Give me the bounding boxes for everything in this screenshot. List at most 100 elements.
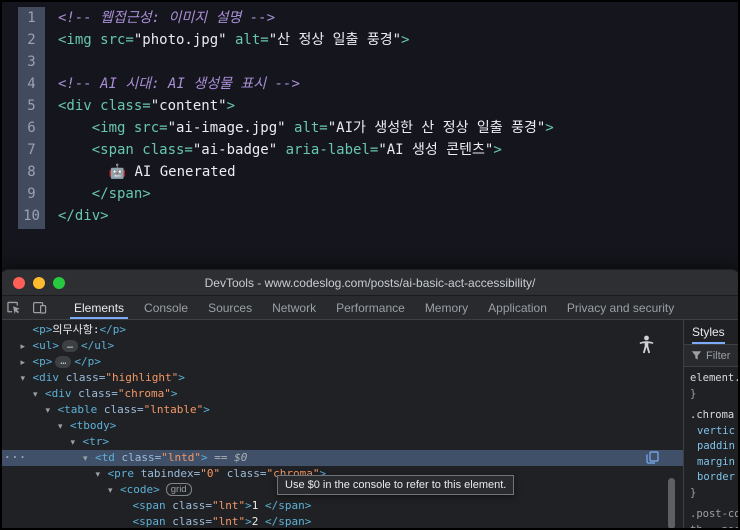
tab-elements[interactable]: Elements bbox=[64, 296, 134, 319]
editor-gutter: 1 2 3 4 5 6 7 8 9 10 bbox=[18, 7, 45, 229]
dom-node[interactable]: <span class="lnt">2 </span> bbox=[0, 514, 683, 529]
dom-token: class= bbox=[165, 499, 212, 512]
css-selector[interactable]: } bbox=[684, 486, 740, 502]
expand-arrow[interactable]: ▸ bbox=[21, 355, 33, 371]
dom-token: "0" bbox=[200, 467, 221, 480]
code-line: </div> bbox=[58, 208, 109, 224]
css-property[interactable]: paddin bbox=[684, 439, 740, 455]
tab-memory[interactable]: Memory bbox=[415, 296, 478, 319]
dom-token: </ul> bbox=[81, 339, 115, 352]
tab-sources[interactable]: Sources bbox=[198, 296, 262, 319]
zoom-window-button[interactable] bbox=[53, 276, 65, 289]
grid-badge[interactable]: grid bbox=[165, 483, 192, 496]
tab-performance[interactable]: Performance bbox=[326, 296, 415, 319]
css-selector[interactable]: .chroma bbox=[684, 408, 740, 424]
line-number: 10 bbox=[23, 208, 40, 224]
styles-filter-input[interactable]: Filter bbox=[684, 345, 740, 367]
dom-token: </span> bbox=[264, 499, 312, 512]
styles-rules: element.} .chroma vertic paddin margin border… bbox=[684, 367, 740, 530]
dom-node[interactable]: ▾ <div class="chroma"> bbox=[0, 386, 683, 402]
code-line: <!-- 웹접근성: 이미지 설명 --> bbox=[58, 10, 276, 26]
inspect-element-icon[interactable] bbox=[0, 296, 26, 319]
dom-token: 의무사항: bbox=[52, 323, 100, 336]
dom-node[interactable]: ▸ <ul>… </ul> bbox=[0, 338, 683, 354]
expand-arrow[interactable]: ▸ bbox=[21, 339, 33, 355]
dom-node[interactable]: <p>의무사항:</p> bbox=[0, 322, 683, 338]
styles-panel: Styles Filter element.} .chroma vertic padd… bbox=[683, 320, 740, 530]
css-property[interactable]: vertic bbox=[684, 424, 740, 440]
css-property[interactable]: margin bbox=[684, 455, 740, 471]
css-selector[interactable]: element. bbox=[684, 371, 740, 387]
dom-node-selected[interactable]: ··· ▾ <td class="lntd"> == $0 bbox=[0, 450, 683, 466]
collapsed-children-ellipsis[interactable]: … bbox=[62, 340, 79, 352]
dom-token: <div bbox=[32, 371, 60, 384]
vertical-scrollbar[interactable] bbox=[668, 478, 675, 529]
css-selector[interactable]: th, .pos bbox=[684, 523, 740, 530]
devtools-window: DevTools - www.codeslog.com/posts/ai-bas… bbox=[0, 270, 740, 530]
tab-privacy-and-security[interactable]: Privacy and security bbox=[557, 296, 684, 319]
dom-token: "lntable" bbox=[143, 403, 204, 416]
dom-token: <tr> bbox=[82, 435, 110, 448]
more-dots-icon[interactable]: ··· bbox=[4, 450, 27, 466]
collapsed-children-ellipsis[interactable]: … bbox=[55, 356, 72, 368]
line-number: 4 bbox=[27, 76, 36, 92]
dom-token: class= bbox=[59, 371, 106, 384]
dom-token: > bbox=[203, 403, 210, 416]
line-number: 3 bbox=[27, 54, 36, 70]
expand-arrow[interactable]: ▾ bbox=[46, 403, 58, 419]
line-number: 7 bbox=[27, 142, 36, 158]
dom-token: "chroma" bbox=[117, 387, 171, 400]
dom-node[interactable]: ▾ <table class="lntable"> bbox=[0, 402, 683, 418]
dom-token: 1 bbox=[251, 499, 265, 512]
line-number: 6 bbox=[27, 120, 36, 136]
device-toolbar-icon[interactable] bbox=[26, 296, 52, 319]
dom-token: <td bbox=[95, 451, 115, 464]
css-selector[interactable]: } bbox=[684, 387, 740, 403]
expand-arrow[interactable]: ▾ bbox=[58, 419, 70, 435]
dom-token: > bbox=[178, 371, 185, 384]
expand-arrow[interactable]: ▾ bbox=[21, 371, 33, 387]
dom-token: class= bbox=[220, 467, 267, 480]
traffic-lights bbox=[13, 270, 65, 295]
expand-arrow[interactable]: ▾ bbox=[33, 387, 45, 403]
dom-token: </p> bbox=[99, 323, 126, 336]
css-property[interactable]: border bbox=[684, 470, 740, 486]
accessibility-person-icon[interactable] bbox=[638, 335, 655, 358]
tab-application[interactable]: Application bbox=[478, 296, 557, 319]
expand-arrow[interactable]: ▾ bbox=[108, 483, 120, 499]
css-selector[interactable]: .post-co bbox=[684, 507, 740, 523]
code-line: <span class="ai-badge" aria-label="AI 생성… bbox=[91, 142, 502, 158]
devtools-toolbar: Elements Console Sources Network Performance… bbox=[0, 296, 740, 320]
dom-token: <span bbox=[132, 499, 166, 512]
dom-tree: <p>의무사항:</p> ▸ <ul>… </ul> ▸ <p>… </p> ▾ <div cl… bbox=[0, 322, 683, 529]
tab-console[interactable]: Console bbox=[134, 296, 198, 319]
dom-node[interactable]: ▸ <p>… </p> bbox=[0, 354, 683, 370]
dom-token: > bbox=[200, 451, 208, 464]
dom-token: tabindex= bbox=[134, 467, 201, 480]
dom-token: class= bbox=[71, 387, 118, 400]
code-line: <img src="ai-image.jpg" alt="AI가 생성한 산 정… bbox=[91, 120, 554, 136]
dom-token: <span bbox=[132, 515, 166, 528]
close-window-button[interactable] bbox=[13, 276, 25, 289]
dom-token: class= bbox=[97, 403, 144, 416]
dom-token: "lnt" bbox=[211, 515, 246, 528]
dom-token: > bbox=[245, 515, 252, 528]
tab-styles[interactable]: Styles bbox=[692, 320, 725, 344]
dom-node[interactable]: ▾ <div class="highlight"> bbox=[0, 370, 683, 386]
expand-arrow[interactable]: ▾ bbox=[96, 467, 108, 483]
expand-arrow[interactable]: ▾ bbox=[71, 435, 83, 451]
minimize-window-button[interactable] bbox=[33, 276, 45, 289]
dom-node[interactable]: <span class="lnt">1 </span> bbox=[0, 498, 683, 514]
dom-node[interactable]: ▾ <tr> bbox=[0, 434, 683, 450]
tab-network[interactable]: Network bbox=[262, 296, 326, 319]
line-number: 9 bbox=[27, 186, 36, 202]
styles-panel-header: Styles bbox=[684, 320, 740, 345]
devtools-content: <p>의무사항:</p> ▸ <ul>… </ul> ▸ <p>… </p> ▾ <div cl… bbox=[0, 320, 740, 530]
dom-node[interactable]: ▾ <tbody> bbox=[0, 418, 683, 434]
dom-token: <div bbox=[45, 387, 72, 400]
dom-token: </p> bbox=[74, 355, 101, 368]
dom-token: <code> bbox=[120, 483, 160, 496]
expand-arrow[interactable]: ▾ bbox=[83, 451, 95, 467]
dom-token: == $0 bbox=[207, 451, 248, 464]
